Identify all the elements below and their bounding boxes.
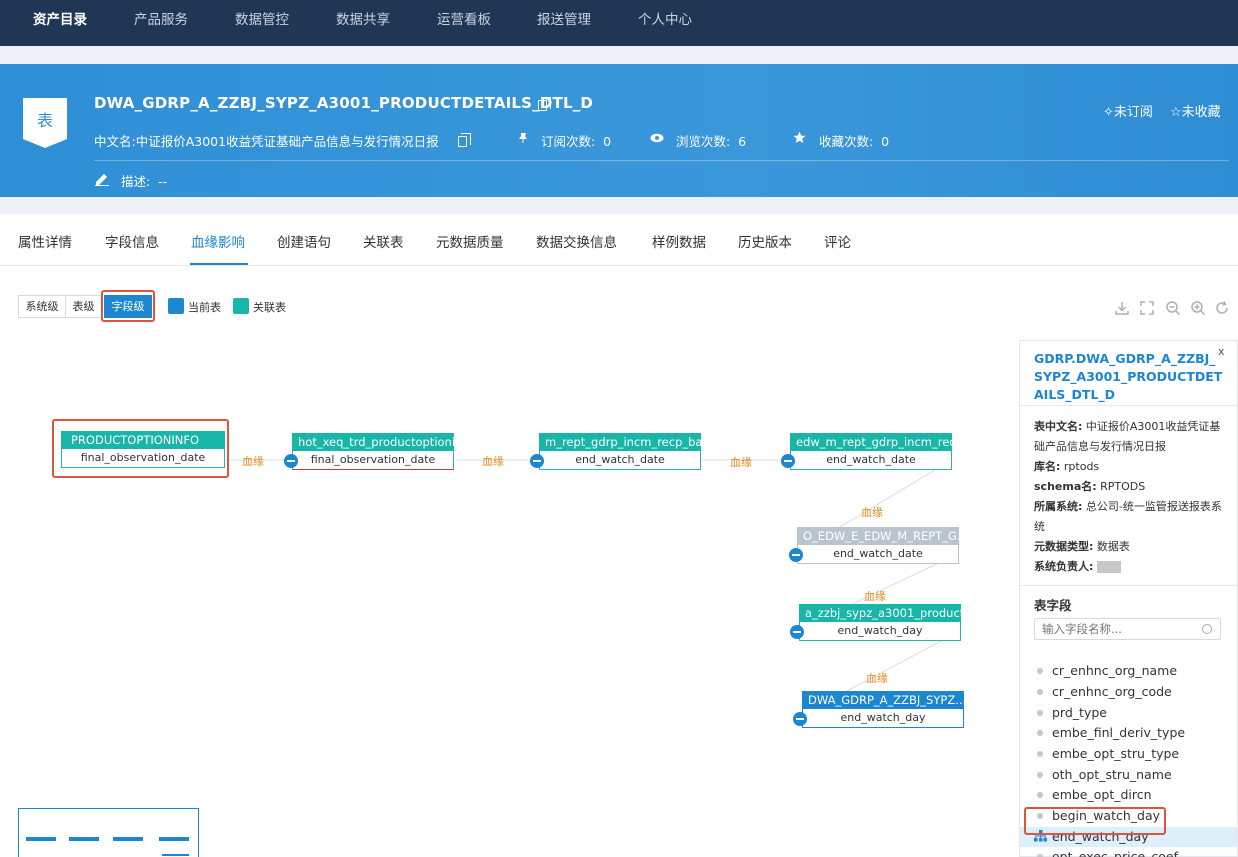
- fav-count: 收藏次数: 0: [819, 134, 890, 149]
- fields-heading: 表字段: [1034, 598, 1072, 613]
- field-search-input[interactable]: [1034, 618, 1221, 640]
- subscribe-button[interactable]: ✧未订阅: [1103, 101, 1153, 120]
- nav-item-asset-catalog[interactable]: 资产目录: [33, 8, 87, 28]
- node-table-name: edw_m_rept_gdrp_incm_rec...: [790, 433, 952, 451]
- field-item[interactable]: cr_enhnc_org_name: [1020, 661, 1237, 681]
- content-panel: 属性详情 字段信息 血缘影响 创建语句 关联表 元数据质量 数据交换信息 样例数…: [0, 214, 1238, 857]
- nav-item-reporting[interactable]: 报送管理: [537, 8, 591, 28]
- download-icon[interactable]: [1114, 300, 1130, 316]
- edge-label: 血缘: [482, 455, 504, 468]
- view-count: 浏览次数: 6: [676, 134, 747, 149]
- lineage-node-current[interactable]: DWA_GDRP_A_ZZBJ_SYPZ... end_watch_day: [802, 691, 964, 728]
- node-table-name: a_zzbj_sypz_a3001_product...: [799, 604, 961, 622]
- node-table-name: O_EDW_E_EDW_M_REPT_G...: [797, 527, 959, 545]
- field-item[interactable]: cr_enhnc_org_code: [1020, 682, 1237, 702]
- eye-icon: [650, 133, 664, 143]
- highlight-box: [52, 419, 229, 478]
- edit-icon: [95, 174, 109, 186]
- nav-item-personal-center[interactable]: 个人中心: [638, 8, 692, 28]
- collapse-icon[interactable]: [789, 548, 803, 562]
- detail-info: 表中文名: 中证报价A3001收益凭证基础产品信息与发行情况日报 库名: rpt…: [1034, 420, 1222, 573]
- node-field-name: end_watch_day: [799, 622, 961, 641]
- banner-divider: [94, 160, 1229, 161]
- highlight-box: [1024, 807, 1166, 835]
- nav-item-data-governance[interactable]: 数据管控: [235, 8, 289, 28]
- edge-label: 血缘: [730, 456, 752, 469]
- field-item[interactable]: oth_opt_stru_name: [1020, 765, 1237, 785]
- lineage-node[interactable]: O_EDW_E_EDW_M_REPT_G... end_watch_date: [797, 527, 959, 564]
- collapse-icon[interactable]: [793, 712, 807, 726]
- favorite-button[interactable]: ☆未收藏: [1170, 101, 1221, 120]
- minimap-node: [113, 837, 143, 841]
- node-field-name: end_watch_date: [539, 451, 701, 470]
- lineage-node[interactable]: hot_xeq_trd_productoptioni... final_obse…: [292, 433, 454, 470]
- search-icon: [1202, 624, 1212, 634]
- collapse-icon[interactable]: [781, 454, 795, 468]
- field-item[interactable]: embe_opt_dircn: [1020, 785, 1237, 805]
- refresh-icon[interactable]: [1214, 300, 1230, 316]
- minimap-node: [159, 837, 189, 841]
- node-field-name: end_watch_day: [802, 709, 964, 728]
- node-table-name: hot_xeq_trd_productoptioni...: [292, 433, 454, 451]
- collapse-icon[interactable]: [790, 625, 804, 639]
- edge-label: 血缘: [861, 506, 883, 519]
- field-item[interactable]: prd_type: [1020, 703, 1237, 723]
- pin-outline-icon: ✧: [1103, 105, 1114, 120]
- collapse-icon[interactable]: [530, 454, 544, 468]
- copy-title-icon[interactable]: [538, 97, 551, 111]
- lineage-node[interactable]: a_zzbj_sypz_a3001_product... end_watch_d…: [799, 604, 961, 641]
- table-detail-panel: x GDRP.DWA_GDRP_A_ZZBJ_SYPZ_A3001_PRODUC…: [1019, 340, 1238, 857]
- collapse-icon[interactable]: [284, 454, 298, 468]
- minimap-node: [26, 837, 56, 841]
- node-field-name: final_observation_date: [292, 451, 454, 470]
- node-field-name: end_watch_date: [797, 545, 959, 564]
- nav-item-ops-dashboard[interactable]: 运营看板: [437, 8, 491, 28]
- minimap[interactable]: [18, 808, 199, 857]
- top-nav: 资产目录 产品服务 数据管控 数据共享 运营看板 报送管理 个人中心: [0, 0, 1238, 46]
- field-item[interactable]: embe_opt_stru_type: [1020, 744, 1237, 764]
- minimap-node: [162, 854, 189, 856]
- field-item[interactable]: opt_exec_price_coef: [1020, 847, 1237, 857]
- divider: [1020, 585, 1237, 586]
- edge-label: 血缘: [242, 455, 264, 468]
- minimap-node: [69, 837, 99, 841]
- description: 描述: --: [121, 174, 168, 189]
- pin-icon: [519, 133, 527, 143]
- lineage-node[interactable]: edw_m_rept_gdrp_incm_rec... end_watch_da…: [790, 433, 952, 470]
- edge-label: 血缘: [866, 672, 888, 685]
- detail-title: GDRP.DWA_GDRP_A_ZZBJ_SYPZ_A3001_PRODUCTD…: [1034, 351, 1223, 402]
- divider: [1020, 405, 1237, 406]
- lineage-node[interactable]: m_rept_gdrp_incm_recp_ba... end_watch_da…: [539, 433, 701, 470]
- copy-cn-name-icon[interactable]: [458, 133, 471, 147]
- node-field-name: end_watch_date: [790, 451, 952, 470]
- fullscreen-icon[interactable]: [1139, 300, 1155, 316]
- star-outline-icon: ☆: [1170, 105, 1182, 120]
- zoom-in-icon[interactable]: [1190, 300, 1206, 316]
- table-icon: 表: [23, 98, 67, 148]
- nav-item-products[interactable]: 产品服务: [134, 8, 188, 28]
- node-table-name: DWA_GDRP_A_ZZBJ_SYPZ...: [802, 691, 964, 709]
- star-icon: [793, 131, 806, 143]
- subscribe-count: 订阅次数: 0: [541, 134, 612, 149]
- edge-label: 血缘: [864, 590, 886, 603]
- field-item[interactable]: embe_finl_deriv_type: [1020, 723, 1237, 743]
- cn-name: 中文名:中证报价A3001收益凭证基础产品信息与发行情况日报: [94, 134, 439, 149]
- table-header-banner: 表 DWA_GDRP_A_ZZBJ_SYPZ_A3001_PRODUCTDETA…: [0, 64, 1238, 197]
- zoom-out-icon[interactable]: [1165, 300, 1181, 316]
- node-table-name: m_rept_gdrp_incm_recp_ba...: [539, 433, 701, 451]
- redacted-owner: [1096, 561, 1121, 573]
- table-title: DWA_GDRP_A_ZZBJ_SYPZ_A3001_PRODUCTDETAIL…: [94, 94, 594, 112]
- nav-item-data-sharing[interactable]: 数据共享: [336, 8, 390, 28]
